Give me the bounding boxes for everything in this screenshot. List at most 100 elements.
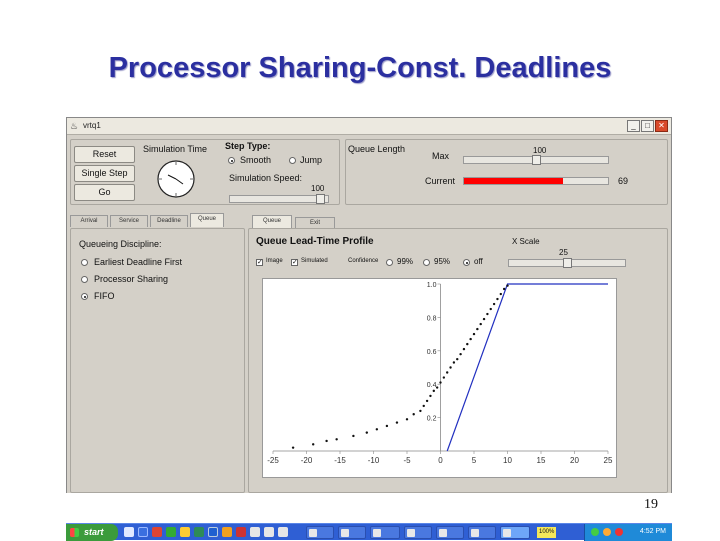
simulation-speed-slider[interactable] (229, 194, 329, 204)
queueing-discipline-label: Queueing Discipline: (79, 239, 162, 249)
sim-point-7 (385, 424, 389, 428)
x-tick-label-2: -15 (334, 456, 346, 465)
y-tick-label-0: 0.2 (427, 416, 437, 423)
quicklaunch-excel-icon[interactable] (194, 527, 204, 537)
sim-point-2 (325, 439, 328, 443)
reset-button[interactable]: Reset (74, 146, 135, 163)
sim-point-24 (462, 347, 466, 351)
confidence-95-radio[interactable] (423, 259, 430, 266)
quicklaunch-app2-icon[interactable] (166, 527, 176, 537)
discipline-panel (70, 228, 245, 493)
sim-point-36 (502, 287, 506, 291)
discipline-edf-label: Earliest Deadline First (94, 257, 183, 267)
y-tick-label-3: 0.8 (427, 315, 437, 322)
quicklaunch-app1-icon[interactable] (152, 527, 162, 537)
confidence-99-radio[interactable] (386, 259, 393, 266)
image-checkbox[interactable]: ✓ (256, 259, 263, 266)
image-checkbox-label: Image (266, 258, 283, 264)
tray-security-icon[interactable] (615, 528, 623, 536)
sim-point-22 (456, 357, 459, 361)
discipline-fifo-label: FIFO (94, 291, 115, 301)
queue-max-slider[interactable] (463, 155, 609, 165)
start-button[interactable]: start (66, 524, 118, 541)
quicklaunch-app3-icon[interactable] (222, 527, 232, 537)
task-item-1-icon (309, 529, 317, 537)
queue-max-thumb[interactable] (531, 155, 541, 165)
simulated-checkbox[interactable]: ✓ (291, 259, 298, 266)
quicklaunch-folder-icon[interactable] (180, 527, 190, 537)
task-item-2[interactable] (338, 526, 366, 539)
x-scale-thumb[interactable] (562, 258, 572, 268)
sim-point-0 (291, 446, 295, 449)
confidence-label: Confidence (348, 258, 379, 264)
quicklaunch-app4-icon[interactable] (250, 527, 260, 537)
task-item-active[interactable] (500, 526, 530, 539)
y-tick-label-1: 0.4 (427, 382, 437, 389)
sim-point-6 (375, 428, 379, 431)
profile-title: Queue Lead-Time Profile (256, 236, 374, 247)
tab-queue-right[interactable]: Queue (252, 215, 292, 229)
quicklaunch-word-icon[interactable] (208, 527, 218, 537)
queue-max-label: Max (432, 151, 450, 161)
task-item-4[interactable] (404, 526, 432, 539)
quicklaunch-desktop-icon[interactable] (124, 527, 134, 537)
queue-current-value: 69 (618, 176, 629, 186)
app-window: ♨ vrtq1 _ □ ✕ Reset Single Step Go Simul… (66, 117, 672, 521)
tab-service[interactable]: Service (110, 215, 148, 227)
sim-point-19 (446, 371, 449, 374)
y-tick-label-2: 0.6 (427, 349, 437, 356)
sim-point-8 (395, 421, 399, 424)
tab-queue[interactable]: Queue (190, 213, 224, 227)
close-icon[interactable]: ✕ (655, 120, 668, 132)
y-tick-label-4: 1.0 (427, 282, 437, 289)
sim-point-25 (466, 342, 469, 346)
tray-network-icon[interactable] (591, 528, 599, 536)
maximize-icon[interactable]: □ (641, 120, 654, 132)
sim-point-33 (492, 302, 496, 306)
sim-point-17 (439, 381, 442, 384)
tab-arrival[interactable]: Arrival (70, 215, 108, 227)
step-smooth-radio[interactable] (228, 157, 235, 164)
task-item-1[interactable] (306, 526, 334, 539)
minimize-icon[interactable]: _ (627, 120, 640, 132)
task-item-3[interactable] (370, 526, 400, 539)
tray-volume-icon[interactable] (603, 528, 611, 536)
go-button[interactable]: Go (74, 184, 135, 201)
step-jump-radio[interactable] (289, 157, 296, 164)
lead-time-chart: -25 -20 -15 -10 -5 0 5 10 15 20 25 0.2 0.4 0.6 0.8 1.0 (267, 282, 613, 465)
discipline-edf-radio[interactable] (81, 259, 88, 266)
x-tick-label-3: -10 (368, 456, 380, 465)
single-step-button[interactable]: Single Step (74, 165, 135, 182)
x-scale-value: 25 (559, 248, 568, 257)
sim-point-35 (499, 292, 502, 296)
queue-max-value: 100 (533, 146, 547, 155)
task-item-6[interactable] (468, 526, 496, 539)
sim-point-23 (459, 352, 462, 356)
sim-point-10 (412, 413, 415, 416)
discipline-ps-radio[interactable] (81, 276, 88, 283)
task-item-5[interactable] (436, 526, 464, 539)
discipline-fifo-radio[interactable] (81, 293, 88, 300)
x-tick-label-1: -20 (301, 456, 313, 465)
queue-current-bar (463, 177, 609, 185)
window-titlebar[interactable]: ♨ vrtq1 _ □ ✕ (67, 118, 671, 135)
sim-point-20 (449, 366, 452, 369)
task-item-3-icon (373, 529, 381, 537)
confidence-off-radio[interactable] (463, 259, 470, 266)
quicklaunch-ie-icon[interactable] (138, 527, 148, 537)
tab-deadline[interactable]: Deadline (150, 215, 188, 227)
sim-point-11 (419, 409, 422, 413)
confidence-off-label: off (474, 257, 483, 266)
x-scale-slider[interactable] (508, 258, 626, 268)
x-tick-label-7: 10 (503, 456, 512, 465)
quicklaunch-powerpoint-icon[interactable] (236, 527, 246, 537)
simulation-speed-value: 100 (311, 184, 325, 193)
simulation-speed-thumb[interactable] (316, 194, 326, 204)
quicklaunch-app5-icon[interactable] (264, 527, 274, 537)
queue-current-label: Current (425, 176, 456, 186)
sim-point-4 (352, 434, 355, 438)
task-item-6-icon (471, 529, 479, 537)
simulation-speed-label: Simulation Speed: (229, 173, 303, 183)
quicklaunch-app6-icon[interactable] (278, 527, 288, 537)
sim-point-18 (442, 376, 446, 379)
